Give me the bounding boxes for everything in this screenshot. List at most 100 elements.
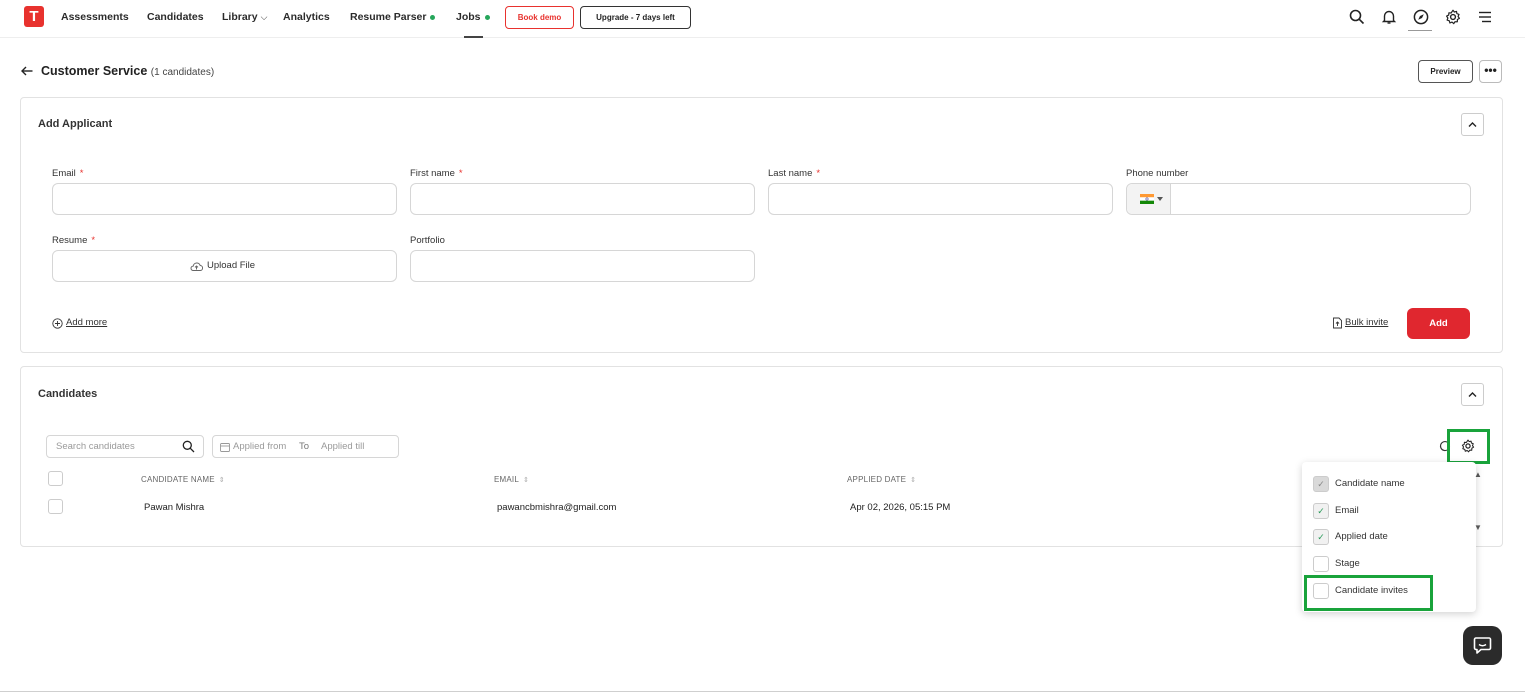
gear-icon[interactable] xyxy=(1445,9,1461,25)
column-header-label: CANDIDATE NAME xyxy=(141,475,215,484)
phone-field[interactable] xyxy=(1126,183,1471,215)
portfolio-field[interactable] xyxy=(410,250,755,282)
job-title: Customer Service xyxy=(41,64,148,78)
column-header-label: EMAIL xyxy=(494,475,520,484)
status-dot-icon xyxy=(484,14,490,20)
bulk-invite-label: Bulk invite xyxy=(1345,317,1389,328)
add-applicant-panel xyxy=(20,97,1503,353)
first-name-label: First name * xyxy=(410,168,463,179)
option-label-applied-date[interactable]: Applied date xyxy=(1335,531,1388,542)
app-logo[interactable]: T xyxy=(24,6,44,27)
add-more-label: Add more xyxy=(66,317,108,328)
column-header-email[interactable]: EMAIL ⇕ xyxy=(494,475,529,484)
column-header-label: APPLIED DATE xyxy=(847,475,907,484)
more-options-button[interactable]: ••• xyxy=(1479,60,1502,83)
nav-resume-parser-label: Resume Parser xyxy=(350,11,427,23)
required-marker: * xyxy=(79,168,84,179)
candidate-count: (1 candidates) xyxy=(150,67,215,78)
bell-icon[interactable] xyxy=(1381,9,1397,25)
active-tab-indicator xyxy=(464,36,483,38)
option-label-candidate-name[interactable]: Candidate name xyxy=(1335,478,1405,489)
chat-support-button[interactable] xyxy=(1463,626,1502,665)
sort-icon: ⇕ xyxy=(523,477,530,484)
nav-resume-parser[interactable]: Resume Parser xyxy=(350,11,436,23)
date-separator: To xyxy=(299,441,310,452)
book-demo-button[interactable]: Book demo xyxy=(505,6,574,29)
candidates-title: Candidates xyxy=(38,388,98,400)
nav-jobs-label: Jobs xyxy=(456,11,481,23)
option-label-email[interactable]: Email xyxy=(1335,505,1359,516)
sort-icon: ⇕ xyxy=(910,477,917,484)
nav-analytics[interactable]: Analytics xyxy=(283,11,330,23)
collapse-add-applicant-button[interactable] xyxy=(1461,113,1484,136)
column-header-candidate-name[interactable]: CANDIDATE NAME ⇕ xyxy=(141,475,225,484)
scroll-down-icon[interactable]: ▼ xyxy=(1474,523,1482,532)
chevron-up-icon xyxy=(1468,392,1477,397)
chevron-down-icon: ⌵ xyxy=(260,12,268,22)
row-checkbox[interactable] xyxy=(48,499,63,514)
applied-date-cell: Apr 02, 2026, 05:15 PM xyxy=(850,502,951,513)
first-name-field[interactable] xyxy=(410,183,755,215)
email-label: Email * xyxy=(52,168,83,179)
nav-candidates[interactable]: Candidates xyxy=(147,11,204,23)
upload-file-label: Upload File xyxy=(207,260,256,271)
nav-library-label: Library xyxy=(222,11,258,23)
column-header-applied-date[interactable]: APPLIED DATE ⇕ xyxy=(847,475,916,484)
email-field[interactable] xyxy=(52,183,397,215)
email-label-text: Email xyxy=(52,168,76,179)
collapse-candidates-button[interactable] xyxy=(1461,383,1484,406)
scroll-up-icon[interactable]: ▲ xyxy=(1474,470,1482,479)
nav-assessments[interactable]: Assessments xyxy=(61,11,129,23)
required-marker: * xyxy=(91,235,96,246)
nav-library[interactable]: Library ⌵ xyxy=(222,11,267,23)
country-code-select[interactable] xyxy=(1127,184,1171,214)
candidate-name-cell[interactable]: Pawan Mishra xyxy=(144,502,204,513)
menu-icon[interactable] xyxy=(1477,9,1493,25)
page-bottom-divider xyxy=(0,691,1525,692)
applied-from-placeholder: Applied from xyxy=(233,441,287,452)
option-checkbox-candidate-name[interactable]: ✓ xyxy=(1313,476,1329,492)
phone-label: Phone number xyxy=(1126,168,1189,179)
calendar-icon xyxy=(220,443,230,452)
portfolio-label: Portfolio xyxy=(410,235,445,246)
last-name-label: Last name * xyxy=(768,168,820,179)
column-settings-gear-icon[interactable] xyxy=(1461,439,1475,453)
candidate-email-cell: pawancbmishra@gmail.com xyxy=(497,502,617,513)
chat-bubble-icon xyxy=(1473,637,1492,654)
chevron-up-icon xyxy=(1468,122,1477,127)
required-marker: * xyxy=(458,168,463,179)
applied-till-placeholder: Applied till xyxy=(321,441,365,452)
cloud-upload-icon xyxy=(190,262,203,271)
resume-label-text: Resume xyxy=(52,235,88,246)
preview-button[interactable]: Preview xyxy=(1418,60,1473,83)
active-icon-indicator xyxy=(1408,30,1432,31)
caret-down-icon xyxy=(1157,197,1163,201)
last-name-label-text: Last name xyxy=(768,168,813,179)
add-applicant-button[interactable]: Add xyxy=(1407,308,1470,339)
resume-upload[interactable]: Upload File xyxy=(52,250,397,282)
select-all-checkbox[interactable] xyxy=(48,471,63,486)
sort-icon: ⇕ xyxy=(218,477,225,484)
search-candidates-input[interactable]: Search candidates xyxy=(46,435,204,458)
option-checkbox-stage[interactable] xyxy=(1313,556,1329,572)
first-name-label-text: First name xyxy=(410,168,455,179)
upgrade-button[interactable]: Upgrade - 7 days left xyxy=(580,6,691,29)
highlight-candidate-invites-frame xyxy=(1304,575,1433,611)
option-label-stage[interactable]: Stage xyxy=(1335,558,1360,569)
page-title: Customer Service (1 candidates) xyxy=(41,64,214,78)
bulk-invite-link[interactable]: Bulk invite xyxy=(1332,317,1394,331)
resume-label: Resume * xyxy=(52,235,95,246)
option-checkbox-email[interactable]: ✓ xyxy=(1313,503,1329,519)
last-name-field[interactable] xyxy=(768,183,1113,215)
india-flag-icon xyxy=(1140,194,1154,204)
required-marker: * xyxy=(816,168,821,179)
search-icon xyxy=(182,440,195,453)
compass-icon[interactable] xyxy=(1413,9,1429,25)
nav-jobs[interactable]: Jobs xyxy=(456,11,490,23)
search-icon[interactable] xyxy=(1349,9,1365,25)
applied-date-range[interactable]: Applied from To Applied till xyxy=(212,435,399,458)
plus-circle-icon xyxy=(52,318,63,329)
option-checkbox-applied-date[interactable]: ✓ xyxy=(1313,529,1329,545)
back-arrow-icon[interactable] xyxy=(20,64,34,78)
add-applicant-title: Add Applicant xyxy=(38,118,113,130)
